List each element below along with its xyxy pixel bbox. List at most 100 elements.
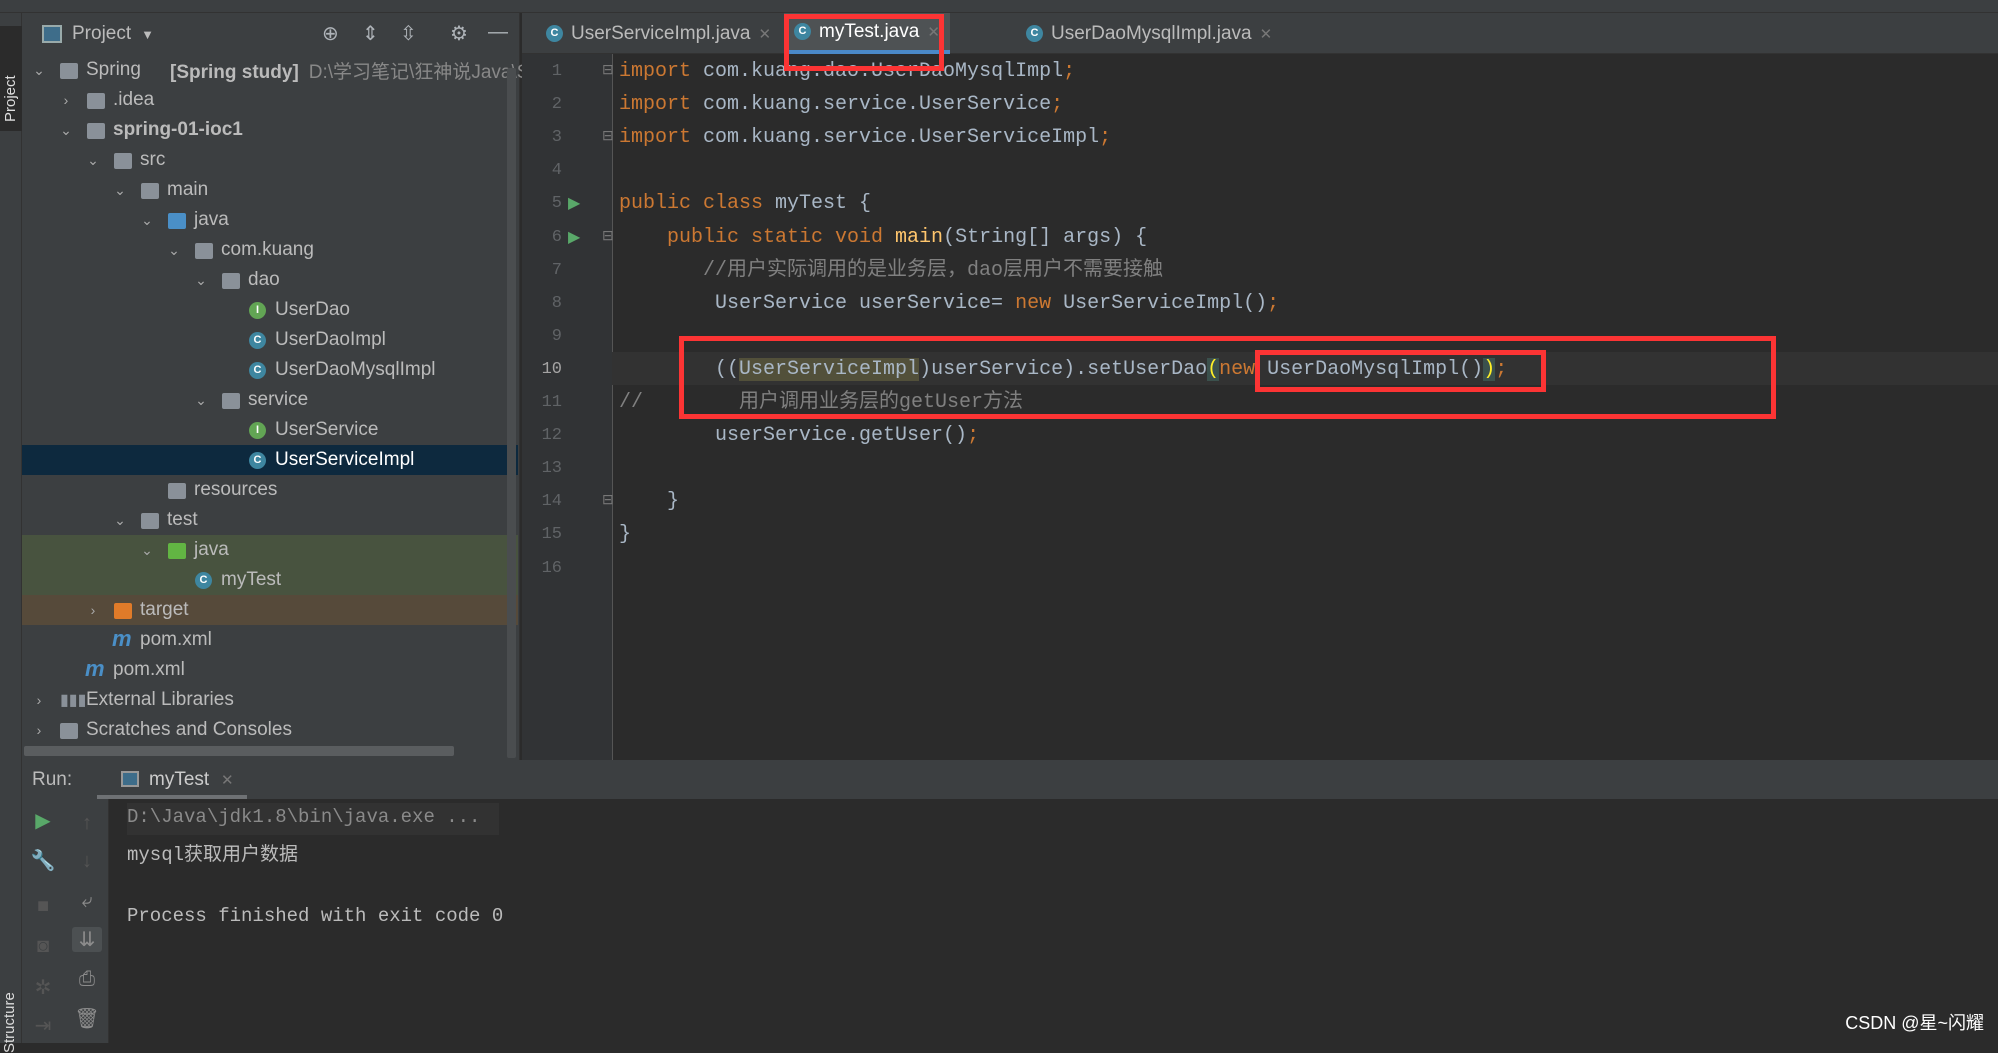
- chevron-right-icon[interactable]: ›: [59, 92, 73, 108]
- code-token: main: [895, 225, 944, 249]
- tree-item[interactable]: ⌄ test: [22, 505, 518, 535]
- code-token: import: [619, 60, 692, 83]
- stop-icon[interactable]: ■: [28, 895, 58, 918]
- wrench-icon[interactable]: 🔧: [28, 848, 58, 873]
- chevron-right-icon[interactable]: ›: [32, 722, 46, 738]
- code-line: }: [619, 518, 631, 551]
- tree-item[interactable]: m pom.xml: [22, 625, 518, 655]
- tree-item-label: Spring: [86, 59, 141, 80]
- chevron-right-icon[interactable]: ›: [32, 692, 46, 708]
- tree-item[interactable]: C UserDaoImpl: [22, 325, 518, 355]
- print-icon[interactable]: ⎙: [72, 968, 102, 991]
- chevron-right-icon[interactable]: ›: [86, 602, 100, 618]
- collapse-all-icon[interactable]: ⇳: [400, 21, 417, 46]
- project-panel: Project ▼ ⊕ ⇕ ⇳ ⚙ — ⌄ Spring [Spring study…: [22, 13, 546, 760]
- expand-all-icon[interactable]: ⇕: [362, 21, 379, 46]
- tree-item[interactable]: › ▮▮▮ External Libraries: [22, 685, 518, 715]
- tree-item[interactable]: resources: [22, 475, 518, 505]
- tree-item[interactable]: › .idea: [22, 85, 518, 115]
- tree-item[interactable]: ⌄ java: [22, 205, 518, 235]
- hide-icon[interactable]: —: [488, 21, 508, 44]
- excluded-folder-icon: [114, 603, 132, 619]
- tree-item[interactable]: C UserDaoMysqlImpl: [22, 355, 518, 385]
- code-token: ;: [1063, 60, 1076, 83]
- line-number: 7: [551, 260, 562, 280]
- structure-stripe-label[interactable]: Structure: [1, 992, 18, 1053]
- chevron-down-icon[interactable]: ▼: [141, 27, 154, 42]
- tree-item[interactable]: m pom.xml: [22, 655, 518, 685]
- tree-item[interactable]: I UserService: [22, 415, 518, 445]
- tree-item[interactable]: ⌄ com.kuang: [22, 235, 518, 265]
- class-icon: C: [249, 361, 266, 379]
- exit-icon[interactable]: ⇥: [28, 1013, 58, 1038]
- tree-item[interactable]: ⌄ service: [22, 385, 518, 415]
- chevron-down-icon[interactable]: ⌄: [167, 242, 181, 259]
- horizontal-scrollbar[interactable]: [24, 746, 454, 756]
- chevron-down-icon[interactable]: ⌄: [194, 392, 208, 409]
- tree-item[interactable]: ⌄ src: [22, 145, 518, 175]
- tree-item[interactable]: ⌄ java: [22, 535, 518, 565]
- tree-item-label: myTest: [221, 569, 282, 590]
- tree-item[interactable]: ⌄ Spring [Spring study] D:\学习笔记\狂神说Java\Spr: [22, 55, 546, 85]
- chevron-down-icon[interactable]: ⌄: [194, 272, 208, 289]
- trash-icon[interactable]: 🗑: [72, 1006, 102, 1031]
- tree-item[interactable]: I UserDao: [22, 295, 518, 325]
- tree-item[interactable]: C UserServiceImpl: [22, 445, 518, 475]
- console-icon: [121, 771, 139, 787]
- run-gutter-icon[interactable]: ▶: [568, 193, 580, 213]
- fold-icon[interactable]: ⊟: [602, 491, 614, 508]
- tree-item[interactable]: › Scratches and Consoles: [22, 715, 518, 745]
- fold-icon[interactable]: ⊟: [602, 227, 614, 244]
- tree-item-label: UserServiceImpl: [275, 449, 415, 470]
- close-icon[interactable]: ✕: [759, 25, 772, 43]
- fold-icon[interactable]: ⊟: [602, 127, 614, 144]
- chevron-down-icon[interactable]: ⌄: [140, 542, 154, 559]
- run-tab-mytest[interactable]: myTest ✕: [97, 760, 247, 799]
- chevron-down-icon[interactable]: ⌄: [59, 122, 73, 139]
- project-view-selector[interactable]: Project: [72, 23, 131, 45]
- close-icon[interactable]: ✕: [221, 771, 234, 789]
- code-line: userService.getUser();: [619, 419, 979, 452]
- class-icon: C: [249, 451, 266, 469]
- folder-icon: [87, 93, 105, 109]
- tree-item[interactable]: › target: [22, 595, 518, 625]
- chevron-down-icon[interactable]: ⌄: [113, 512, 127, 529]
- tree-item-label: test: [167, 509, 198, 530]
- rerun-icon[interactable]: ▶: [28, 808, 58, 833]
- chevron-down-icon[interactable]: ⌄: [113, 182, 127, 199]
- code-token: }: [619, 523, 632, 547]
- fold-icon[interactable]: ⊟: [602, 61, 614, 78]
- up-arrow-icon[interactable]: ↑: [72, 812, 102, 835]
- module-icon: [87, 123, 105, 139]
- tree-item[interactable]: CmyTest: [22, 565, 518, 595]
- soft-wrap-icon[interactable]: ⤶: [72, 890, 102, 913]
- code-token: ;: [967, 424, 980, 448]
- camera-icon[interactable]: ◙: [28, 935, 58, 958]
- down-arrow-icon[interactable]: ↓: [72, 850, 102, 873]
- gear-icon[interactable]: ⚙: [450, 21, 468, 46]
- project-stripe-button[interactable]: Project: [0, 26, 22, 131]
- scroll-to-end-icon[interactable]: ⇊: [72, 927, 102, 952]
- chevron-down-icon[interactable]: ⌄: [86, 152, 100, 169]
- chevron-down-icon[interactable]: ⌄: [32, 62, 46, 79]
- locate-icon[interactable]: ⊕: [322, 21, 339, 46]
- left-tool-stripe: Project Structure: [0, 13, 22, 1053]
- tree-item[interactable]: ⌄ spring-01-ioc1: [22, 115, 518, 145]
- close-icon[interactable]: ✕: [1260, 25, 1273, 43]
- editor-tab[interactable]: C UserServiceImpl.java ✕: [536, 13, 781, 54]
- class-icon: C: [1026, 25, 1043, 42]
- package-icon: [222, 393, 240, 409]
- test-class-icon: C: [195, 571, 212, 589]
- tree-item-label: UserService: [275, 419, 379, 440]
- tree-item-label: UserDao: [275, 299, 350, 320]
- class-icon: C: [249, 331, 266, 349]
- tree-item[interactable]: ⌄ dao: [22, 265, 518, 295]
- vertical-scrollbar[interactable]: [507, 68, 516, 758]
- chevron-down-icon[interactable]: ⌄: [140, 212, 154, 229]
- tree-item[interactable]: ⌄ main: [22, 175, 518, 205]
- run-gutter-icon[interactable]: ▶: [568, 227, 580, 247]
- debug-icon[interactable]: ✲: [28, 975, 58, 1000]
- editor-tab[interactable]: C UserDaoMysqlImpl.java ✕: [1016, 13, 1282, 54]
- line-number: 3: [551, 128, 562, 148]
- code-token: userService.getUser(): [619, 424, 968, 448]
